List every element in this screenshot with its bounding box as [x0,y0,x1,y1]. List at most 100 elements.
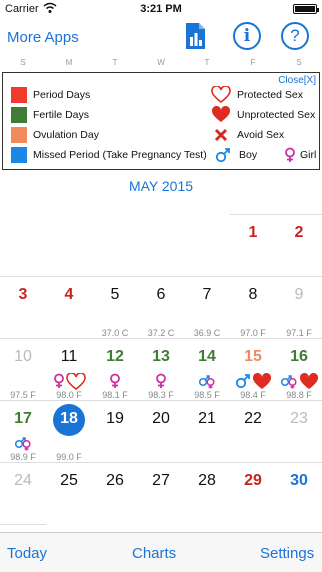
more-apps-button[interactable]: More Apps [7,29,79,46]
day-cell[interactable]: 18 99.0 F [46,402,92,464]
weekday-label: W [157,58,165,67]
info-icon[interactable]: i [233,22,261,50]
day-cell[interactable]: 21 [184,402,230,464]
day-cell[interactable]: 30 [276,464,322,526]
day-cell[interactable]: 6 37.2 C [138,278,184,340]
day-cell[interactable]: 17 98.9 F [0,402,46,464]
female-symbol-icon [283,146,297,164]
day-cell[interactable]: 20 [138,402,184,464]
close-legend-button[interactable]: Close[X] [278,75,316,86]
day-cell[interactable]: 29 [230,464,276,526]
day-number: 14 [198,348,216,365]
legend-label: Avoid Sex [237,129,285,141]
temperature-label: 98.4 F [240,390,266,400]
day-number: 5 [110,286,120,303]
day-cell[interactable]: 15 98.4 F [230,340,276,402]
legend-fertile-days: Fertile Days [11,106,89,124]
day-number: 3 [18,286,28,303]
day-cell[interactable]: 22 [230,402,276,464]
status-bar: Carrier 3:21 PM [0,0,322,18]
temperature-label: 98.8 F [286,390,312,400]
temperature-label: 98.1 F [102,390,128,400]
legend-missed-period: Missed Period (Take Pregnancy Test) [11,146,207,164]
x-icon [211,126,231,144]
day-number: 4 [64,286,74,303]
legend-period-days: Period Days [11,86,90,104]
day-number: 25 [60,472,78,489]
day-cell[interactable]: 23 [276,402,322,464]
day-cell[interactable]: 8 97.0 F [230,278,276,340]
day-cell[interactable]: 12 98.1 F [92,340,138,402]
temperature-label: 97.0 F [240,328,266,338]
day-number: 10 [14,348,32,365]
temperature-label: 98.3 F [148,390,174,400]
weekday-label: S [296,58,302,67]
temperature-label: 97.1 F [286,328,312,338]
day-number: 15 [244,348,262,365]
day-number: 27 [152,472,170,489]
fertile-swatch [11,107,27,123]
legend-label: Boy [239,149,258,161]
day-cell[interactable]: 13 98.3 F [138,340,184,402]
day-number: 6 [156,286,166,303]
tab-bar: Today Charts Settings [0,532,322,572]
month-title: MAY 2015 [128,178,194,194]
day-cell[interactable]: 2 [276,216,322,278]
day-cell[interactable]: 10 97.5 F [0,340,46,402]
weekday-label: T [204,58,210,67]
weekday-label: M [65,58,73,67]
weekday-label: F [250,58,256,67]
battery-icon [293,4,319,14]
day-number: 20 [152,410,170,427]
day-cell[interactable]: 26 [92,464,138,526]
app-screen: Carrier 3:21 PM More Apps i ? S M T W T … [0,0,322,572]
day-cell[interactable]: 1 [230,216,276,278]
tab-charts[interactable]: Charts [132,545,176,562]
day-number: 17 [14,410,32,427]
day-number: 30 [290,472,308,489]
day-number: 28 [198,472,216,489]
day-cell[interactable]: 5 37.0 C [92,278,138,340]
day-number: 16 [290,348,308,365]
day-number: 23 [290,410,308,427]
day-cell[interactable]: 27 [138,464,184,526]
day-number: 26 [106,472,124,489]
help-icon[interactable]: ? [281,22,309,50]
legend-label: Girl [300,149,317,161]
day-cell[interactable]: 25 [46,464,92,526]
weekday-label: T [112,58,118,67]
day-cell[interactable]: 14 98.5 F [184,340,230,402]
day-number: 22 [244,410,262,427]
tab-settings[interactable]: Settings [260,545,314,562]
weekday-header: S M T W T F S [0,58,322,72]
day-cell[interactable]: 24 [0,464,46,526]
day-number: 18 [60,410,78,427]
day-number: 21 [198,410,216,427]
day-cell[interactable]: 11 98.0 F [46,340,92,402]
day-number: 11 [60,348,78,365]
day-cell[interactable]: 28 [184,464,230,526]
filled-heart-icon [211,106,231,124]
temperature-label: 98.5 F [194,390,220,400]
legend-unprotected-sex: Unprotected Sex [211,106,315,124]
day-cell[interactable]: 19 [92,402,138,464]
stats-document-icon[interactable] [181,22,209,50]
legend-protected-sex: Protected Sex [211,86,303,104]
nav-bar: More Apps i ? [0,18,322,56]
grid-line [230,214,322,215]
day-number: 29 [244,472,262,489]
ovulation-swatch [11,127,27,143]
tab-today[interactable]: Today [7,545,47,562]
day-cell[interactable]: 4 [46,278,92,340]
day-cell[interactable]: 3 [0,278,46,340]
temperature-label: 36.9 C [193,328,221,338]
day-cell[interactable]: 7 36.9 C [184,278,230,340]
day-cell[interactable]: 16 98.8 F [276,340,322,402]
day-cell[interactable]: 9 97.1 F [276,278,322,340]
day-number: 1 [248,224,258,241]
legend-label: Protected Sex [237,89,303,101]
outline-heart-icon [211,86,231,104]
legend-label: Fertile Days [33,109,90,121]
temperature-label: 99.0 F [56,452,82,462]
day-number: 13 [152,348,170,365]
